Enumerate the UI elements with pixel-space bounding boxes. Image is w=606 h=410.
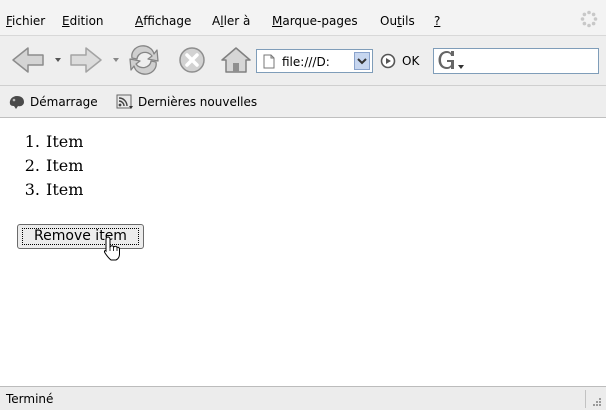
- menu-edition[interactable]: Edition: [62, 14, 104, 28]
- address-bar[interactable]: file:///D:: [256, 49, 373, 73]
- go-button[interactable]: OK: [402, 54, 419, 68]
- forward-dropdown-icon[interactable]: [112, 56, 120, 64]
- bookmark-dernieres-nouvelles-label: Dernières nouvelles: [138, 95, 258, 109]
- menu-bar: Fichier Edition Affichage Aller à Marque…: [0, 0, 606, 36]
- menu-edition-post: dition: [69, 14, 104, 28]
- list-item-text: Item: [46, 180, 84, 199]
- menu-aide-key: ?: [434, 14, 441, 28]
- menu-marque-pages[interactable]: Marque-pages: [272, 14, 358, 28]
- forward-arrow-icon[interactable]: [68, 44, 104, 76]
- throbber-icon: [580, 10, 598, 28]
- bookmark-demarrage-label: Démarrage: [30, 95, 98, 109]
- menu-outils-post: ils: [401, 14, 415, 28]
- bookmarks-toolbar: Démarrage Dernières nouvelles: [0, 86, 606, 118]
- status-divider: [585, 390, 586, 408]
- menu-outils-pre: Ou: [380, 14, 398, 28]
- mouse-cursor-icon: [103, 236, 120, 261]
- menu-aide[interactable]: ?: [434, 14, 440, 28]
- remove-item-label: Remove item: [34, 228, 127, 244]
- go-icon[interactable]: [380, 53, 396, 69]
- navigation-toolbar: file:///D: OK: [0, 36, 606, 86]
- back-dropdown-icon[interactable]: [54, 56, 62, 64]
- menu-edition-key: E: [62, 14, 70, 28]
- list-item-text: Item: [46, 132, 84, 151]
- search-bar[interactable]: [433, 48, 599, 74]
- menu-affichage-post: ffichage: [143, 14, 192, 28]
- getting-started-icon: [9, 96, 24, 109]
- menu-affichage-key: A: [135, 14, 144, 28]
- menu-outils[interactable]: Outils: [380, 14, 415, 28]
- rss-feed-icon: [116, 94, 133, 109]
- google-icon[interactable]: [438, 50, 468, 72]
- list-item: 1. Item: [18, 130, 84, 154]
- menu-aller-a[interactable]: Aller à: [212, 14, 250, 28]
- menu-fichier[interactable]: Fichier: [6, 14, 45, 28]
- page-content: 1. Item 2. Item 3. Item Remove item: [0, 118, 606, 386]
- list-item-number-text: 1.: [24, 132, 40, 151]
- list-item: 2. Item: [18, 154, 84, 178]
- resize-grip-icon[interactable]: [592, 397, 602, 407]
- stop-icon[interactable]: [174, 44, 210, 76]
- menu-marque-pages-key: M: [272, 14, 283, 28]
- remove-item-button[interactable]: Remove item: [17, 224, 144, 249]
- list-item: 3. Item: [18, 178, 84, 202]
- menu-fichier-post: ichier: [12, 14, 46, 28]
- menu-aller-a-post: ler à: [223, 14, 251, 28]
- home-icon[interactable]: [218, 44, 254, 76]
- status-bar: Terminé: [0, 386, 606, 410]
- list-item-number-text: 2.: [24, 156, 40, 175]
- reload-icon[interactable]: [126, 44, 162, 76]
- menu-aller-a-pre: A: [212, 14, 221, 28]
- back-arrow-icon[interactable]: [10, 44, 46, 76]
- chevron-down-icon: [357, 58, 367, 65]
- status-text: Terminé: [6, 392, 54, 406]
- address-text: file:///D:: [282, 55, 330, 69]
- page-icon: [263, 54, 275, 69]
- list-item-text: Item: [46, 156, 84, 175]
- address-dropdown-button[interactable]: [354, 52, 370, 70]
- list-item-number-text: 3.: [24, 180, 40, 199]
- menu-marque-pages-post: arque-pages: [282, 14, 358, 28]
- item-list: 1. Item 2. Item 3. Item: [18, 130, 84, 202]
- menu-affichage[interactable]: Affichage: [135, 14, 191, 28]
